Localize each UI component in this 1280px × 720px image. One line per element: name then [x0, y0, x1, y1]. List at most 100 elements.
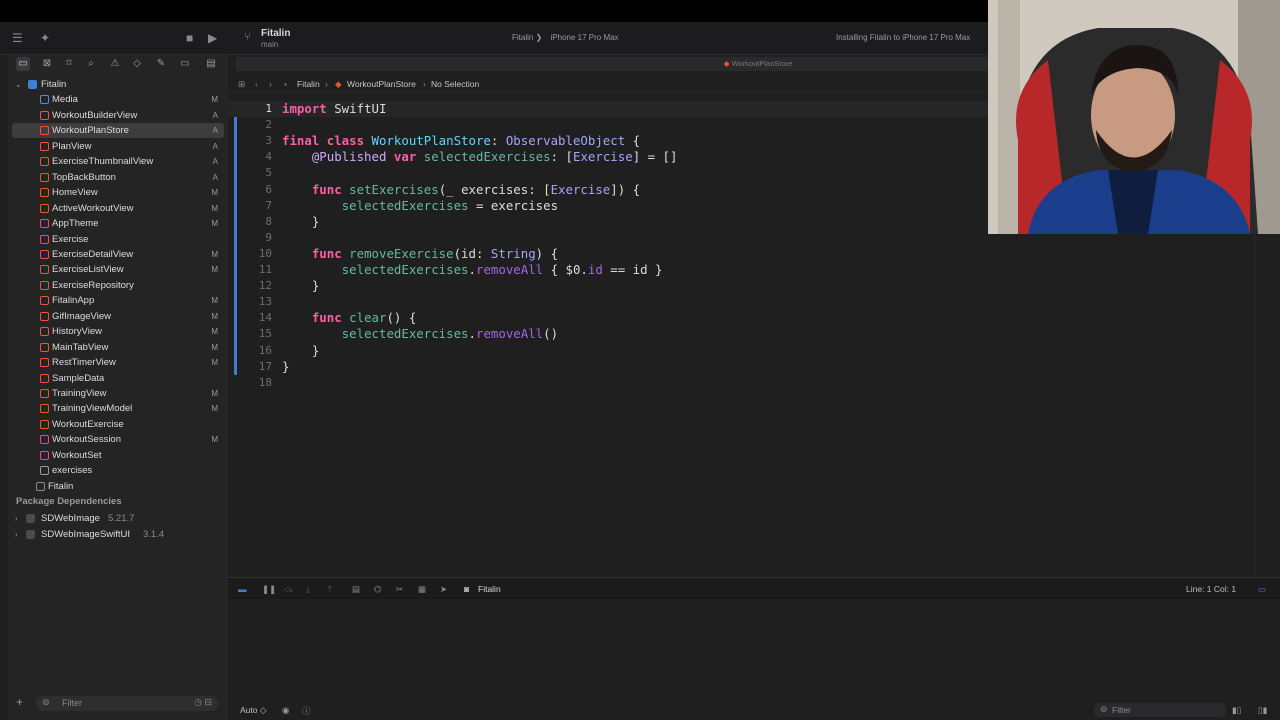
- file-item[interactable]: WorkoutBuilderView A: [12, 108, 224, 123]
- package-item[interactable]: › SDWebImage 5.21.7: [12, 511, 224, 526]
- file-item-label: Media: [52, 94, 78, 106]
- file-item[interactable]: WorkoutPlanStore A: [12, 123, 224, 139]
- chevron-right-icon[interactable]: ›: [15, 527, 18, 542]
- debug-target[interactable]: Fitalin: [478, 584, 501, 594]
- swift-file-icon: [40, 296, 49, 306]
- console-area[interactable]: [228, 599, 1280, 700]
- swift-file-icon: [40, 188, 49, 198]
- console-mode-select[interactable]: Auto ◇: [240, 705, 266, 716]
- code-line[interactable]: 16 }: [228, 343, 1280, 359]
- package-item[interactable]: › SDWebImageSwiftUI 3.1.4: [12, 527, 224, 542]
- file-item[interactable]: RestTimerView M: [12, 355, 224, 370]
- breakpoint-icon[interactable]: ▭: [178, 57, 192, 71]
- forward-icon[interactable]: ›: [269, 75, 272, 93]
- report-icon[interactable]: ▤: [204, 57, 218, 71]
- view-hierarchy-icon[interactable]: ▤: [352, 584, 360, 595]
- stop-icon[interactable]: ■: [186, 32, 193, 44]
- file-item[interactable]: TopBackButton A: [12, 170, 224, 185]
- folder-icon[interactable]: ▭: [16, 57, 30, 71]
- breadcrumb-project[interactable]: Fitalin: [297, 75, 320, 93]
- split-right-icon[interactable]: ▯▮: [1258, 705, 1267, 716]
- file-item[interactable]: GifImageView M: [12, 309, 224, 324]
- debug-icon[interactable]: ✎: [154, 57, 168, 71]
- file-item[interactable]: ExerciseDetailView M: [12, 247, 224, 262]
- file-item[interactable]: WorkoutExercise: [12, 417, 224, 432]
- environment-icon[interactable]: ✂: [396, 584, 403, 595]
- toggle-debug-area-icon[interactable]: ▬: [238, 584, 247, 594]
- recent-icon[interactable]: ◷ ⊟: [194, 697, 212, 708]
- file-item[interactable]: ExerciseListView M: [12, 262, 224, 277]
- file-item[interactable]: Exercise: [12, 232, 224, 247]
- code-line[interactable]: 18: [228, 375, 1280, 391]
- info-icon[interactable]: ⓘ: [302, 705, 311, 717]
- split-left-icon[interactable]: ▮▯: [1232, 705, 1241, 716]
- pause-icon[interactable]: ❚❚: [262, 584, 276, 595]
- file-item[interactable]: ExerciseRepository: [12, 278, 224, 293]
- tree-root[interactable]: ⌄ Fitalin: [12, 77, 224, 92]
- add-icon[interactable]: +: [16, 695, 23, 709]
- file-item[interactable]: HomeView M: [12, 185, 224, 200]
- file-item[interactable]: HistoryView M: [12, 324, 224, 339]
- file-item[interactable]: MainTabView M: [12, 340, 224, 355]
- swift-file-icon: [40, 234, 49, 244]
- code-line[interactable]: 11 selectedExercises.removeAll { $0.id =…: [228, 262, 1280, 278]
- file-item-label: ExerciseDetailView: [52, 248, 134, 260]
- bookmark-icon[interactable]: ⌑: [62, 57, 76, 71]
- line-number: 15: [258, 327, 272, 341]
- file-item[interactable]: SampleData: [12, 371, 224, 386]
- navigator-filter-bar: + ⊜ Filter ◷ ⊟: [8, 692, 228, 714]
- panel-icon[interactable]: ▭: [1258, 584, 1266, 595]
- location-icon[interactable]: ➤: [440, 584, 447, 595]
- test-icon[interactable]: ◇: [130, 57, 144, 71]
- product-icon: [36, 481, 45, 491]
- file-item[interactable]: Media M: [12, 92, 224, 107]
- file-item-label: exercises: [52, 465, 93, 477]
- run-icon[interactable]: ▶: [208, 32, 217, 44]
- issue-icon[interactable]: ⚠: [108, 57, 122, 71]
- code-text: }: [282, 358, 290, 374]
- swift-file-icon: [40, 327, 49, 337]
- code-text: selectedExercises.removeAll { $0.id == i…: [341, 262, 663, 277]
- find-icon[interactable]: ⌕: [84, 57, 98, 71]
- step-out-icon[interactable]: ⤒: [328, 584, 332, 595]
- code-line[interactable]: 12 }: [228, 278, 1280, 294]
- code-line[interactable]: 17}: [228, 359, 1280, 375]
- eye-icon[interactable]: ◉: [282, 705, 289, 716]
- console-filter-input[interactable]: ⊜ Filter: [1094, 703, 1226, 717]
- code-line[interactable]: 13: [228, 294, 1280, 310]
- file-item[interactable]: ActiveWorkoutView M: [12, 201, 224, 216]
- sidebar-toggle-icon[interactable]: ☰: [12, 32, 23, 44]
- simulate-location-icon[interactable]: ▦: [418, 584, 426, 595]
- file-item[interactable]: WorkoutSession M: [12, 432, 224, 447]
- file-item[interactable]: AppTheme M: [12, 216, 224, 231]
- scm-status-badge: A: [212, 141, 218, 151]
- file-item[interactable]: WorkoutSet: [12, 448, 224, 463]
- breadcrumb-symbol[interactable]: No Selection: [431, 75, 479, 93]
- file-item[interactable]: exercises: [12, 463, 224, 478]
- grid-icon[interactable]: ⊞: [238, 75, 245, 93]
- file-item[interactable]: TrainingViewModel M: [12, 401, 224, 416]
- code-line[interactable]: 10 func removeExercise(id: String) {: [228, 246, 1280, 262]
- file-item[interactable]: Fitalin: [12, 479, 224, 494]
- swift-file-icon: [40, 280, 49, 290]
- breadcrumb-file[interactable]: WorkoutPlanStore: [347, 75, 416, 93]
- scm-status-badge: A: [212, 110, 218, 120]
- file-item[interactable]: FitalinApp M: [12, 293, 224, 308]
- source-control-icon[interactable]: ⊠: [40, 57, 54, 71]
- step-over-icon[interactable]: ⤼: [284, 584, 293, 595]
- file-item[interactable]: PlanView A: [12, 139, 224, 154]
- sparkle-icon[interactable]: ✦: [40, 32, 50, 44]
- code-line[interactable]: 14 func clear() {: [228, 310, 1280, 326]
- scheme-selector[interactable]: Fitalin ❯ iPhone 17 Pro Max: [512, 33, 619, 42]
- scm-status-badge: A: [212, 126, 218, 136]
- code-line[interactable]: 15 selectedExercises.removeAll(): [228, 326, 1280, 342]
- file-item[interactable]: ExerciseThumbnailView A: [12, 154, 224, 169]
- memory-graph-icon[interactable]: ⌬: [374, 584, 381, 595]
- chevron-right-icon[interactable]: ›: [15, 511, 18, 526]
- navigator-filter-input[interactable]: ⊜ Filter ◷ ⊟: [36, 696, 218, 711]
- line-number: 11: [258, 263, 272, 276]
- back-icon[interactable]: ‹: [255, 75, 258, 93]
- step-in-icon[interactable]: ⤓: [306, 584, 310, 595]
- package-name: SDWebImage: [41, 513, 100, 524]
- file-item[interactable]: TrainingView M: [12, 386, 224, 401]
